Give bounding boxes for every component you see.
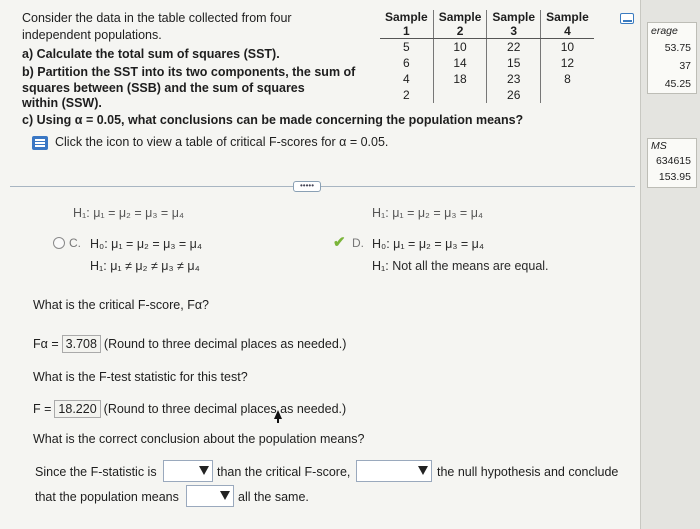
- table-cell: 12: [540, 55, 594, 71]
- critical-f-label: Fα =: [33, 337, 59, 351]
- conclusion-text-1: Since the F-statistic is: [35, 465, 157, 479]
- table-cell: 10: [540, 38, 594, 55]
- table-cell: [432, 87, 487, 103]
- average-value: 45.25: [664, 78, 691, 90]
- ms-box: MS 634615 153.95: [647, 138, 697, 188]
- conclusion-text-4: that the population means: [35, 490, 179, 504]
- table-cell: [540, 87, 594, 103]
- mouse-cursor-icon: [274, 410, 282, 423]
- table-header: Sample: [385, 10, 428, 24]
- table-cell: 14: [432, 55, 487, 71]
- question-part-a: a) Calculate the total sum of squares (S…: [22, 47, 280, 61]
- f-test-value[interactable]: 18.220: [54, 400, 101, 418]
- critical-f-table-link[interactable]: Click the icon to view a table of critic…: [55, 135, 388, 149]
- table-header-number: 1: [380, 24, 434, 39]
- null-hypothesis-dropdown[interactable]: [356, 460, 432, 482]
- option-d-label: D.: [352, 236, 364, 250]
- chevron-down-icon: [199, 466, 209, 475]
- critical-f-answer-row: Fα = 3.708 (Round to three decimal places …: [33, 335, 346, 353]
- ms-header: MS: [651, 140, 667, 152]
- divider: [10, 186, 635, 187]
- question-line-2: independent populations.: [22, 28, 162, 42]
- critical-f-value[interactable]: 3.708: [61, 335, 101, 353]
- table-cell: 23: [486, 71, 541, 87]
- table-header: Sample: [486, 10, 541, 24]
- table-cell: 5: [403, 40, 410, 54]
- question-part-b-2: squares between (SSB) and the sum of squ…: [22, 81, 305, 95]
- table-cell: 4: [403, 72, 410, 86]
- table-row: 2 26: [380, 87, 594, 103]
- chevron-down-icon: [220, 491, 230, 500]
- option-b-h1-partial: H₁: μ₁ = μ₂ = μ₃ = μ₄: [73, 206, 184, 220]
- question-part-b-3: within (SSW).: [22, 96, 102, 110]
- chevron-down-icon: [418, 466, 428, 475]
- data-table: Sample Sample Sample Sample 1 2 3 4 5 10…: [380, 10, 594, 103]
- critical-f-note: (Round to three decimal places as needed…: [103, 337, 347, 351]
- question-panel: Consider the data in the table collected…: [0, 0, 640, 529]
- average-box: erage 53.75 37 45.25: [647, 22, 697, 94]
- table-cell: 6: [403, 56, 410, 70]
- table-cell: 15: [486, 55, 541, 71]
- question-line-1: Consider the data in the table collected…: [22, 11, 292, 25]
- table-row: 5 10 22 10: [380, 38, 594, 55]
- table-header: Sample: [432, 10, 487, 24]
- conclusion-text-2: than the critical F-score,: [217, 465, 351, 479]
- f-test-note: (Round to three decimal places as needed…: [103, 402, 347, 416]
- table-header-number: 4: [540, 24, 594, 39]
- option-c-h1: H₁: μ₁ ≠ μ₂ ≠ μ₃ ≠ μ₄: [90, 259, 200, 273]
- checkmark-icon[interactable]: ✔: [333, 233, 349, 251]
- average-value: 53.75: [664, 42, 691, 54]
- table-cell: 26: [486, 87, 541, 103]
- more-button[interactable]: •••••: [293, 181, 321, 192]
- table-header-number: 3: [486, 24, 541, 39]
- option-c-h0: H₀: μ₁ = μ₂ = μ₃ = μ₄: [90, 237, 202, 251]
- table-cell: 10: [432, 38, 487, 55]
- option-c-label: C.: [69, 236, 81, 250]
- side-panel: erage 53.75 37 45.25 MS 634615 153.95: [640, 0, 700, 529]
- ms-value: 634615: [655, 155, 691, 167]
- copy-data-icon[interactable]: [620, 13, 634, 24]
- critical-f-question: What is the critical F-score, Fα?: [33, 298, 210, 312]
- option-d-h0: H₀: μ₁ = μ₂ = μ₃ = μ₄: [372, 237, 484, 251]
- means-dropdown[interactable]: [186, 485, 234, 507]
- average-value: 37: [679, 60, 691, 72]
- table-cell: 22: [486, 38, 541, 55]
- question-part-b-1: b) Partition the SST into its two compon…: [22, 65, 356, 79]
- conclusion-text-3: the null hypothesis and conclude: [437, 465, 619, 479]
- f-test-question: What is the F-test statistic for this te…: [33, 370, 248, 384]
- f-test-answer-row: F = 18.220 (Round to three decimal places …: [33, 400, 346, 418]
- average-header: erage: [651, 25, 678, 37]
- ms-value: 153.95: [658, 171, 691, 183]
- table-icon[interactable]: [32, 136, 48, 150]
- f-test-label: F =: [33, 402, 52, 416]
- table-cell: 18: [432, 71, 487, 87]
- option-d-h1: H₁: Not all the means are equal.: [372, 259, 549, 273]
- question-part-c: c) Using α = 0.05, what conclusions can …: [22, 113, 524, 127]
- conclusion-text-5: all the same.: [238, 490, 309, 504]
- table-row: 6 14 15 12: [380, 55, 594, 71]
- option-c-radio[interactable]: [53, 237, 65, 249]
- conclusion-question: What is the correct conclusion about the…: [33, 432, 365, 446]
- comparison-dropdown[interactable]: [163, 460, 213, 482]
- option-a-h1-partial: H₁: μ₁ = μ₂ = μ₃ = μ₄: [372, 206, 483, 220]
- table-cell: 2: [403, 88, 410, 102]
- table-cell: 8: [540, 71, 594, 87]
- table-header-number: 2: [432, 24, 487, 39]
- table-header: Sample: [540, 10, 594, 24]
- table-row: 4 18 23 8: [380, 71, 594, 87]
